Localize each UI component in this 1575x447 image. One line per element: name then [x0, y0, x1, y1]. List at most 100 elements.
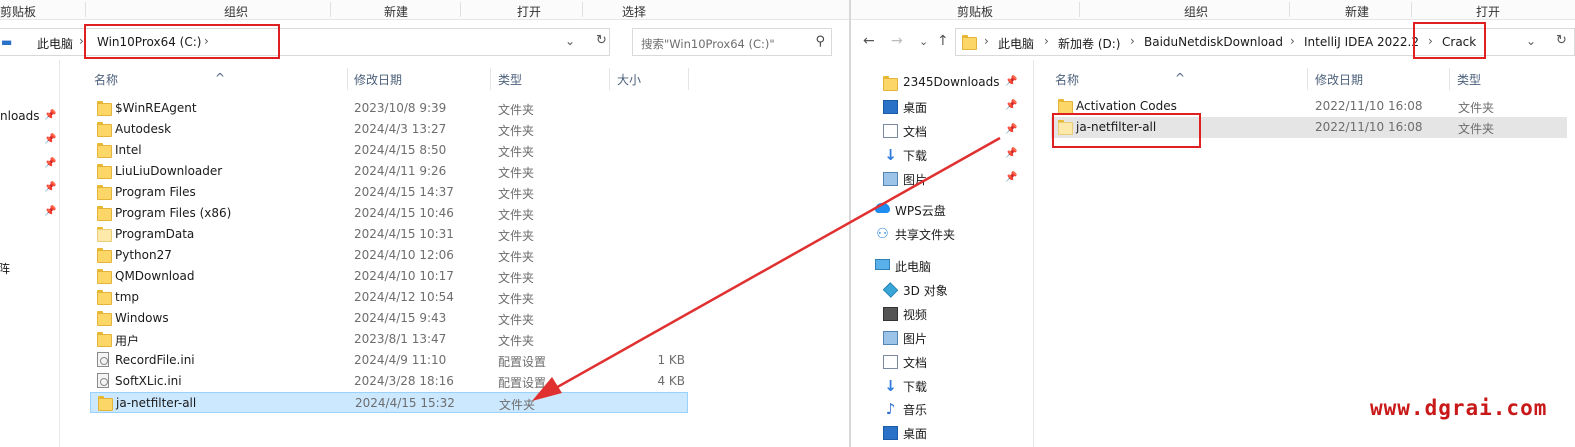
nav-item[interactable]: 此电脑 [895, 258, 931, 275]
folder-icon [962, 35, 977, 50]
column-header-type[interactable]: 类型 [498, 71, 522, 88]
cell-name: Autodesk [115, 122, 172, 136]
table-row[interactable]: Autodesk 2024/4/3 13:27 文件夹 [90, 119, 688, 140]
nav-item[interactable]: 文档 [903, 123, 927, 140]
table-row[interactable]: $WinREAgent 2023/10/8 9:39 文件夹 [90, 98, 688, 119]
table-row[interactable]: Program Files (x86) 2024/4/15 10:46 文件夹 [90, 203, 688, 224]
pin-icon[interactable]: 📌 [1005, 76, 1017, 87]
cell-type: 文件夹 [498, 292, 535, 306]
cell-type: 文件夹 [498, 166, 535, 180]
nav-item[interactable]: 音乐 [903, 401, 927, 418]
cell-name: Program Files [115, 185, 196, 199]
table-row[interactable]: SoftXLic.ini 2024/3/28 18:16 配置设置 4 KB [90, 371, 688, 392]
nav-item[interactable]: 下载 [903, 378, 927, 395]
breadcrumb-this-pc[interactable]: 此电脑 [998, 35, 1034, 52]
table-row[interactable]: QMDownload 2024/4/10 10:17 文件夹 [90, 266, 688, 287]
nav-item[interactable]: 桌面 [903, 425, 927, 442]
chevron-down-icon[interactable]: ⌄ [919, 35, 928, 48]
pin-icon[interactable]: 📌 [1005, 148, 1017, 159]
nav-item[interactable]: 桌面 [903, 99, 927, 116]
table-row[interactable]: LiuLiuDownloader 2024/4/11 9:26 文件夹 [90, 161, 688, 182]
cell-name: Activation Codes [1076, 99, 1177, 113]
ribbon-open[interactable]: 打开 [517, 3, 541, 20]
nav-item[interactable]: 3D 对象 [903, 282, 948, 299]
table-row[interactable]: 用户 2023/8/1 13:47 文件夹 [90, 329, 688, 350]
chevron-down-icon[interactable]: ⌄ [565, 34, 575, 48]
ribbon-new[interactable]: 新建 [1345, 3, 1369, 20]
ribbon-select[interactable]: 选择 [622, 3, 646, 20]
left-column-headers: 名称 ^ 修改日期 类型 大小 [60, 68, 840, 90]
breadcrumb-this-pc[interactable]: 此电脑 [37, 35, 73, 52]
ribbon-clipboard[interactable]: 剪贴板 [957, 3, 993, 20]
chevron-right-icon[interactable]: › [1130, 34, 1135, 48]
column-header-date[interactable]: 修改日期 [1315, 71, 1363, 88]
ribbon-new[interactable]: 新建 [384, 3, 408, 20]
nav-item[interactable]: 2345Downloads [903, 75, 999, 89]
pin-icon[interactable]: 📌 [1005, 172, 1017, 183]
pin-icon[interactable]: 📌 [44, 134, 56, 145]
left-ribbon: 剪贴板 组织 新建 打开 选择 [0, 0, 849, 20]
nav-item-partial[interactable]: 阵 [0, 260, 10, 277]
cell-type: 文件夹 [498, 271, 535, 285]
table-row[interactable]: tmp 2024/4/12 10:54 文件夹 [90, 287, 688, 308]
folder-icon [97, 164, 112, 179]
column-header-name[interactable]: 名称 [1055, 71, 1079, 88]
refresh-icon[interactable]: ↻ [1556, 33, 1567, 48]
nav-item[interactable]: 图片 [903, 330, 927, 347]
document-icon [883, 355, 898, 369]
download-icon: ↓ [884, 377, 897, 395]
pin-icon[interactable]: 📌 [44, 110, 56, 121]
breadcrumb-intellij[interactable]: IntelliJ IDEA 2022.2 [1304, 35, 1419, 49]
ribbon-open[interactable]: 打开 [1476, 3, 1500, 20]
pin-icon[interactable]: 📌 [44, 206, 56, 217]
table-row[interactable]: Windows 2024/4/15 9:43 文件夹 [90, 308, 688, 329]
ribbon-organize[interactable]: 组织 [1184, 3, 1208, 20]
folder-icon [97, 185, 112, 200]
nav-item[interactable]: 视频 [903, 306, 927, 323]
folder-icon [97, 290, 112, 305]
cell-name: SoftXLic.ini [115, 374, 182, 388]
nav-item-downloads[interactable]: nloads [0, 109, 40, 123]
table-row[interactable]: ja-netfilter-all 2024/4/15 15:32 文件夹 [90, 392, 688, 413]
breadcrumb-d-drive[interactable]: 新加卷 (D:) [1058, 35, 1120, 52]
ribbon-organize[interactable]: 组织 [224, 3, 248, 20]
search-icon[interactable]: ⚲ [815, 34, 825, 49]
cell-name: ProgramData [115, 227, 195, 241]
pin-icon[interactable]: 📌 [44, 158, 56, 169]
table-row[interactable]: ProgramData 2024/4/15 10:31 文件夹 [90, 224, 688, 245]
chevron-down-icon[interactable]: ⌄ [1526, 34, 1536, 48]
breadcrumb-baidu[interactable]: BaiduNetdiskDownload [1144, 35, 1283, 49]
column-header-size[interactable]: 大小 [617, 71, 641, 88]
nav-item[interactable]: 文档 [903, 354, 927, 371]
column-header-date[interactable]: 修改日期 [354, 71, 402, 88]
nav-item[interactable]: WPS云盘 [895, 202, 946, 219]
pin-icon[interactable]: 📌 [1005, 124, 1017, 135]
nav-item[interactable]: 图片 [903, 171, 927, 188]
table-row[interactable]: Python27 2024/4/10 12:06 文件夹 [90, 245, 688, 266]
back-arrow-icon[interactable]: ← [863, 33, 875, 49]
share-icon: ⚇ [876, 226, 889, 242]
cell-type: 文件夹 [498, 334, 535, 348]
up-arrow-icon[interactable]: ↑ [937, 33, 949, 49]
cell-date: 2024/4/15 14:37 [354, 185, 454, 199]
table-row[interactable]: RecordFile.ini 2024/4/9 11:10 配置设置 1 KB [90, 350, 688, 371]
nav-item[interactable]: 下载 [903, 147, 927, 164]
pin-icon[interactable]: 📌 [1005, 100, 1017, 111]
cloud-icon [875, 203, 890, 213]
nav-item[interactable]: 共享文件夹 [895, 226, 955, 243]
chevron-right-icon[interactable]: › [1290, 34, 1295, 48]
table-row[interactable]: Intel 2024/4/15 8:50 文件夹 [90, 140, 688, 161]
ribbon-clipboard[interactable]: 剪贴板 [0, 3, 36, 20]
chevron-right-icon[interactable]: › [1044, 34, 1049, 48]
highlight-box-ja-netfilter [1052, 113, 1201, 148]
cell-date: 2024/4/11 9:26 [354, 164, 447, 178]
left-search-box[interactable]: 搜索"Win10Prox64 (C:)" ⚲ [632, 28, 832, 56]
table-row[interactable]: Program Files 2024/4/15 14:37 文件夹 [90, 182, 688, 203]
refresh-icon[interactable]: ↻ [596, 33, 607, 48]
forward-arrow-icon[interactable]: → [891, 33, 903, 49]
column-header-type[interactable]: 类型 [1457, 71, 1481, 88]
music-icon: ♪ [885, 400, 896, 418]
chevron-right-icon[interactable]: › [984, 34, 989, 48]
column-header-name[interactable]: 名称 [94, 71, 118, 88]
pin-icon[interactable]: 📌 [44, 182, 56, 193]
